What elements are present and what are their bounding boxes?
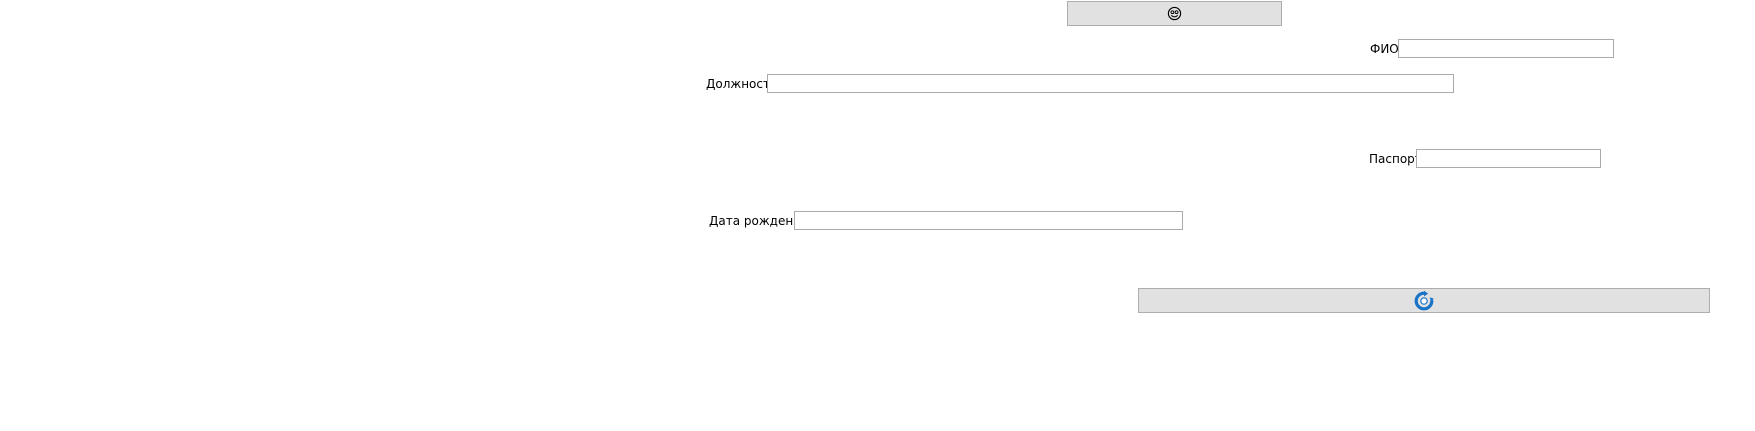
smiley-face-icon [1167, 6, 1182, 21]
passport-label: Паспорт [1369, 152, 1422, 166]
top-action-button[interactable] [1067, 1, 1282, 26]
refresh-icon [1413, 290, 1435, 312]
passport-input[interactable] [1416, 149, 1601, 168]
form-canvas: ФИО Должность Паспорт Дата рождения [0, 0, 1755, 431]
fio-label: ФИО [1370, 42, 1399, 56]
fio-input[interactable] [1398, 39, 1614, 58]
position-input[interactable] [767, 74, 1454, 93]
refresh-button[interactable] [1138, 288, 1710, 313]
birthdate-input[interactable] [794, 211, 1183, 230]
